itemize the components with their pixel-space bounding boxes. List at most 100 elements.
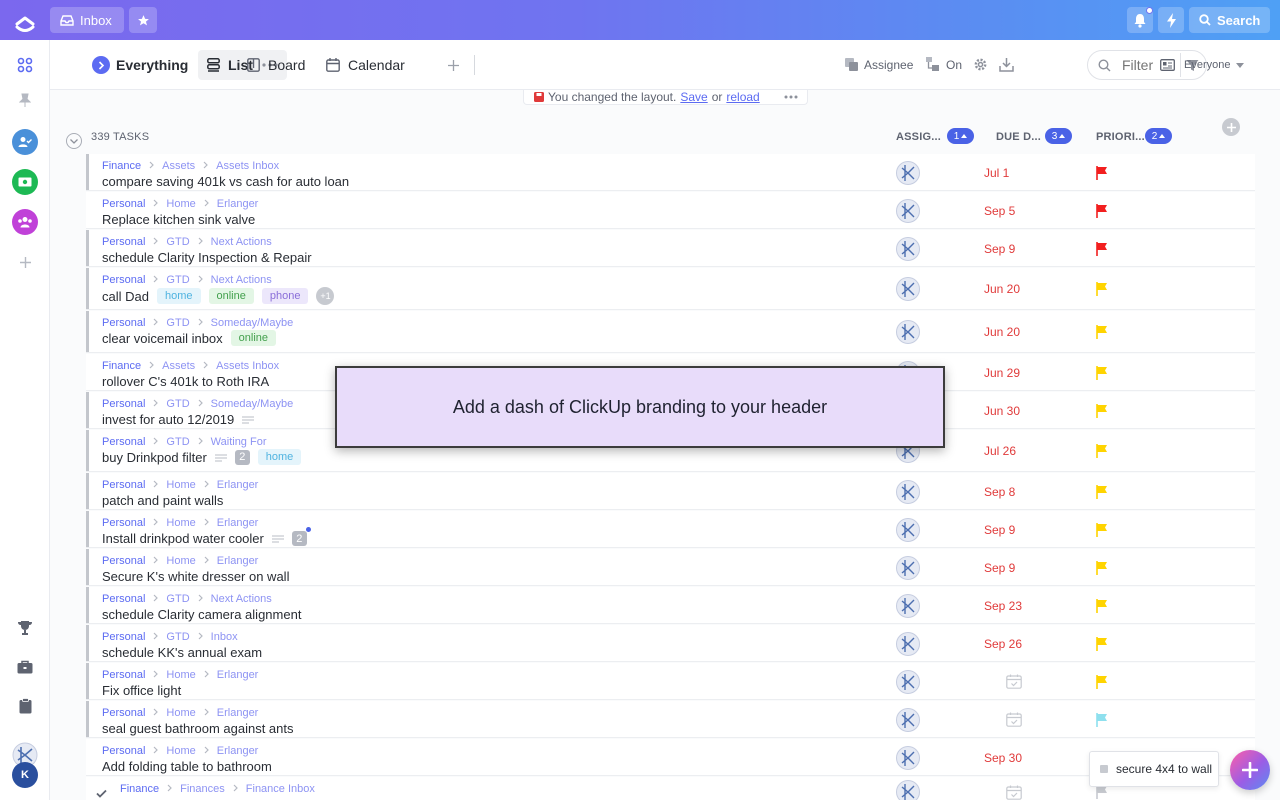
breadcrumb-item[interactable]: Personal [102,479,145,491]
breadcrumb-item[interactable]: Finance [102,360,141,372]
calendar-icon[interactable] [1006,785,1022,800]
due-date[interactable]: Sep 9 [984,523,1015,537]
table-row[interactable]: Personal Home Erlanger patch and paint wall… [86,473,1255,510]
priority-flag-icon[interactable] [1096,675,1108,689]
due-date[interactable]: Sep 26 [984,637,1022,651]
breadcrumb-item[interactable]: Finance [120,783,159,795]
assignee-avatar[interactable] [896,237,920,261]
priority-flag-icon[interactable] [1096,713,1108,727]
breadcrumb-item[interactable]: Next Actions [211,593,272,605]
calendar-icon[interactable] [1006,674,1022,689]
task-title[interactable]: schedule Clarity Inspection & Repair [102,250,312,265]
breadcrumb-item[interactable]: GTD [166,236,189,248]
due-date-column-header[interactable]: DUE D... [996,131,1041,143]
due-date[interactable]: Jun 20 [984,282,1020,296]
table-row[interactable]: Finance Finances Finance Inbox [86,777,1255,800]
breadcrumb-item[interactable]: Home [166,517,195,529]
favorites-button[interactable] [129,7,157,33]
breadcrumb-item[interactable]: Someday/Maybe [211,317,294,329]
breadcrumb-item[interactable]: GTD [166,436,189,448]
table-row[interactable]: Personal Home Erlanger seal guest bathroom … [86,701,1255,738]
breadcrumb-item[interactable]: Erlanger [217,555,259,567]
task-title[interactable]: patch and paint walls [102,493,223,508]
breadcrumb-item[interactable]: Erlanger [217,479,259,491]
priority-flag-icon[interactable] [1096,523,1108,537]
expand-sidebar-button[interactable] [92,56,110,74]
priority-flag-icon[interactable] [1096,242,1108,256]
due-date[interactable]: Sep 9 [984,561,1015,575]
due-date[interactable]: Sep 5 [984,204,1015,218]
due-date[interactable]: Sep 8 [984,485,1015,499]
breadcrumb-item[interactable]: Personal [102,555,145,567]
breadcrumb-item[interactable]: Assets [162,160,195,172]
breadcrumb-item[interactable]: Home [166,669,195,681]
breadcrumb-item[interactable]: Home [166,745,195,757]
task-title[interactable]: clear voicemail inbox [102,331,223,346]
table-row[interactable]: Personal GTD Next Actions schedule Clarity … [86,587,1255,624]
tag-home[interactable]: home [156,288,201,304]
breadcrumb-item[interactable]: Personal [102,436,145,448]
onboarding-tooltip[interactable]: Add a dash of ClickUp branding to your h… [335,366,945,448]
priority-flag-icon[interactable] [1096,637,1108,651]
task-title[interactable]: buy Drinkpod filter [102,450,207,465]
tag-online[interactable]: online [208,288,254,304]
priority-flag-icon[interactable] [1096,366,1108,380]
breadcrumb-item[interactable]: Erlanger [217,745,259,757]
task-title[interactable]: invest for auto 12/2019 [102,412,234,427]
priority-flag-icon[interactable] [1096,204,1108,218]
add-space-button[interactable] [12,249,38,275]
breadcrumb-item[interactable]: Erlanger [217,517,259,529]
breadcrumb-item[interactable]: Finances [180,783,225,795]
priority-flag-icon[interactable] [1096,325,1108,339]
assignee-column-header[interactable]: ASSIG... [896,131,941,143]
check-icon[interactable] [96,785,107,800]
due-date[interactable]: Sep 23 [984,599,1022,613]
breadcrumb-item[interactable]: Erlanger [217,707,259,719]
due-date[interactable]: Sep 30 [984,751,1022,765]
breadcrumb-item[interactable]: Erlanger [217,198,259,210]
tag-phone[interactable]: phone [261,288,309,304]
breadcrumb-item[interactable]: Personal [102,274,145,286]
user-avatar[interactable]: K [12,762,38,788]
reload-layout-link[interactable]: reload [726,90,759,104]
breadcrumb-item[interactable]: Personal [102,707,145,719]
gear-icon[interactable] [973,57,988,72]
minimized-task-tray[interactable]: secure 4x4 to wall [1089,751,1219,787]
breadcrumb-item[interactable]: GTD [166,593,189,605]
assignee-avatar[interactable] [896,277,920,301]
priority-flag-icon[interactable] [1096,166,1108,180]
priority-flag-icon[interactable] [1096,561,1108,575]
calendar-icon[interactable] [1006,712,1022,727]
table-row[interactable]: Personal Home Erlanger Install drinkpod wat… [86,511,1255,548]
subtask-count-badge[interactable]: 2 [291,527,311,546]
task-title[interactable]: seal guest bathroom against ants [102,721,294,736]
due-date[interactable]: Jun 30 [984,404,1020,418]
priority-flag-icon[interactable] [1096,282,1108,296]
due-sort-badge[interactable]: 3 [1045,128,1072,144]
task-title[interactable]: Fix office light [102,683,181,698]
create-new-button[interactable] [1230,750,1270,790]
task-title[interactable]: compare saving 401k vs cash for auto loa… [102,174,349,189]
assignee-avatar[interactable] [896,708,920,732]
tag-online[interactable]: online [230,330,277,346]
assignee-sort-badge[interactable]: 1 [947,128,974,144]
save-layout-link[interactable]: Save [680,90,707,104]
breadcrumb-item[interactable]: Personal [102,669,145,681]
breadcrumb-item[interactable]: GTD [166,398,189,410]
task-title[interactable]: rollover C's 401k to Roth IRA [102,374,269,389]
assignee-avatar[interactable] [896,199,920,223]
task-title[interactable]: Install drinkpod water cooler [102,531,264,546]
breadcrumb-item[interactable]: Personal [102,236,145,248]
table-row[interactable]: Personal Home Erlanger Add folding table to… [86,739,1255,776]
breadcrumb-item[interactable]: Assets Inbox [216,360,279,372]
breadcrumb-item[interactable]: Home [166,707,195,719]
apps-grid-button[interactable] [12,52,38,78]
assignee-avatar[interactable] [896,746,920,770]
table-row[interactable]: Personal Home Erlanger Replace kitchen sink… [86,192,1255,229]
assignee-avatar[interactable] [896,780,920,800]
more-dots-icon[interactable] [784,95,798,99]
add-view-icon[interactable] [448,60,459,71]
priority-flag-icon[interactable] [1096,785,1108,799]
due-date[interactable]: Jun 20 [984,325,1020,339]
docs-button[interactable] [12,693,38,719]
